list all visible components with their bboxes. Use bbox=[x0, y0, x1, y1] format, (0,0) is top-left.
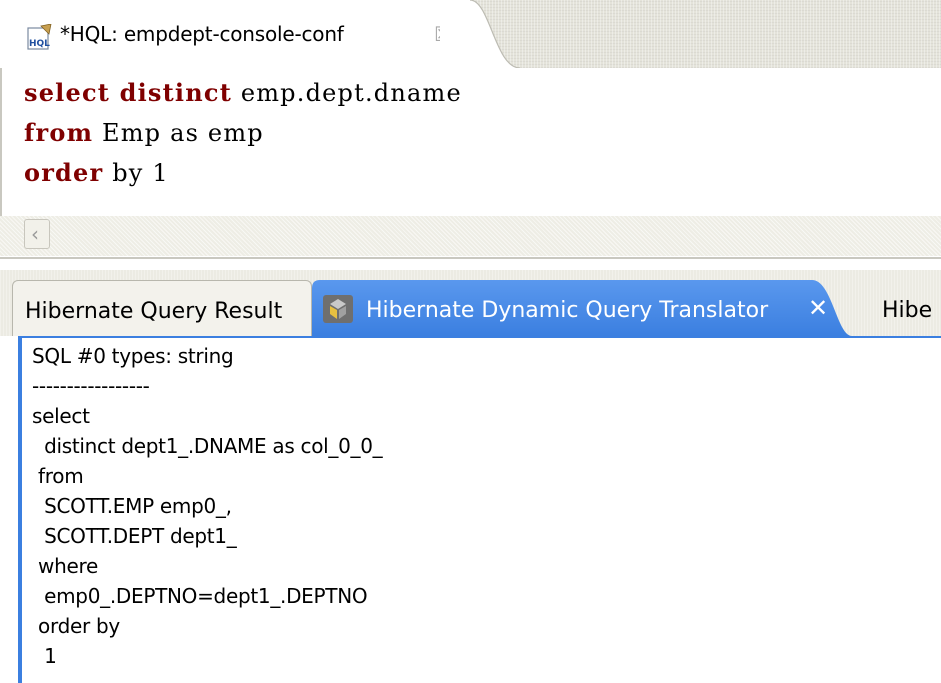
editor-tab-strip: HQL *HQL: empdept-console-conf ☒ bbox=[0, 0, 941, 68]
hibernate-icon bbox=[323, 295, 353, 323]
translator-output[interactable]: SQL #0 types: string ----------------- s… bbox=[18, 336, 941, 683]
svg-text:HQL: HQL bbox=[29, 39, 50, 49]
output-line: SQL #0 types: string bbox=[32, 344, 234, 368]
code-keyword: from bbox=[24, 118, 94, 147]
hql-file-icon: HQL bbox=[27, 24, 52, 50]
view-tab-strip: Hibernate Query Result Hibernate Dynamic… bbox=[0, 270, 941, 336]
output-line: distinct dept1_.DNAME as col_0_0_ bbox=[32, 434, 383, 458]
code-text: emp.dept.dname bbox=[231, 79, 462, 107]
divider bbox=[0, 257, 941, 259]
output-line: where bbox=[32, 554, 98, 578]
output-line: ----------------- bbox=[32, 374, 150, 398]
scroll-left-button[interactable]: ‹ bbox=[24, 219, 50, 249]
output-line: SCOTT.EMP emp0_, bbox=[32, 494, 232, 518]
tab-curve bbox=[440, 0, 520, 68]
tab-label: Hibernate Query Result bbox=[25, 299, 283, 324]
close-icon[interactable]: ✕ bbox=[808, 294, 828, 322]
output-line: emp0_.DEPTNO=dept1_.DEPTNO bbox=[32, 584, 368, 608]
horizontal-scrollbar[interactable]: ‹ bbox=[0, 216, 941, 256]
code-line: order by 1 bbox=[24, 158, 169, 187]
output-line: order by bbox=[32, 614, 120, 638]
output-line: SCOTT.DEPT dept1_ bbox=[32, 524, 237, 548]
code-keyword: order bbox=[24, 158, 104, 187]
tab-label: Hibe bbox=[882, 298, 933, 323]
editor-tab-hql[interactable]: HQL *HQL: empdept-console-conf ☒ bbox=[0, 0, 470, 68]
code-text: Emp as emp bbox=[93, 119, 264, 147]
output-line: 1 bbox=[32, 644, 57, 668]
tab-hibernate-dynamic-query-translator[interactable]: Hibernate Dynamic Query Translator ✕ bbox=[312, 280, 852, 336]
chevron-left-icon: ‹ bbox=[31, 222, 39, 246]
code-keyword: select distinct bbox=[24, 78, 232, 107]
tab-label: Hibernate Dynamic Query Translator bbox=[366, 298, 769, 323]
tab-hibernate-query-result[interactable]: Hibernate Query Result bbox=[12, 280, 312, 336]
tab-hibernate-truncated[interactable]: Hibe bbox=[882, 298, 932, 328]
code-text: by 1 bbox=[103, 159, 169, 187]
code-line: from Emp as emp bbox=[24, 118, 264, 147]
code-line: select distinct emp.dept.dname bbox=[24, 78, 462, 107]
output-line: from bbox=[32, 464, 84, 488]
editor-tab-title: *HQL: empdept-console-conf bbox=[60, 22, 344, 46]
hql-editor[interactable]: select distinct emp.dept.dname from Emp … bbox=[0, 68, 941, 216]
output-line: select bbox=[32, 404, 90, 428]
